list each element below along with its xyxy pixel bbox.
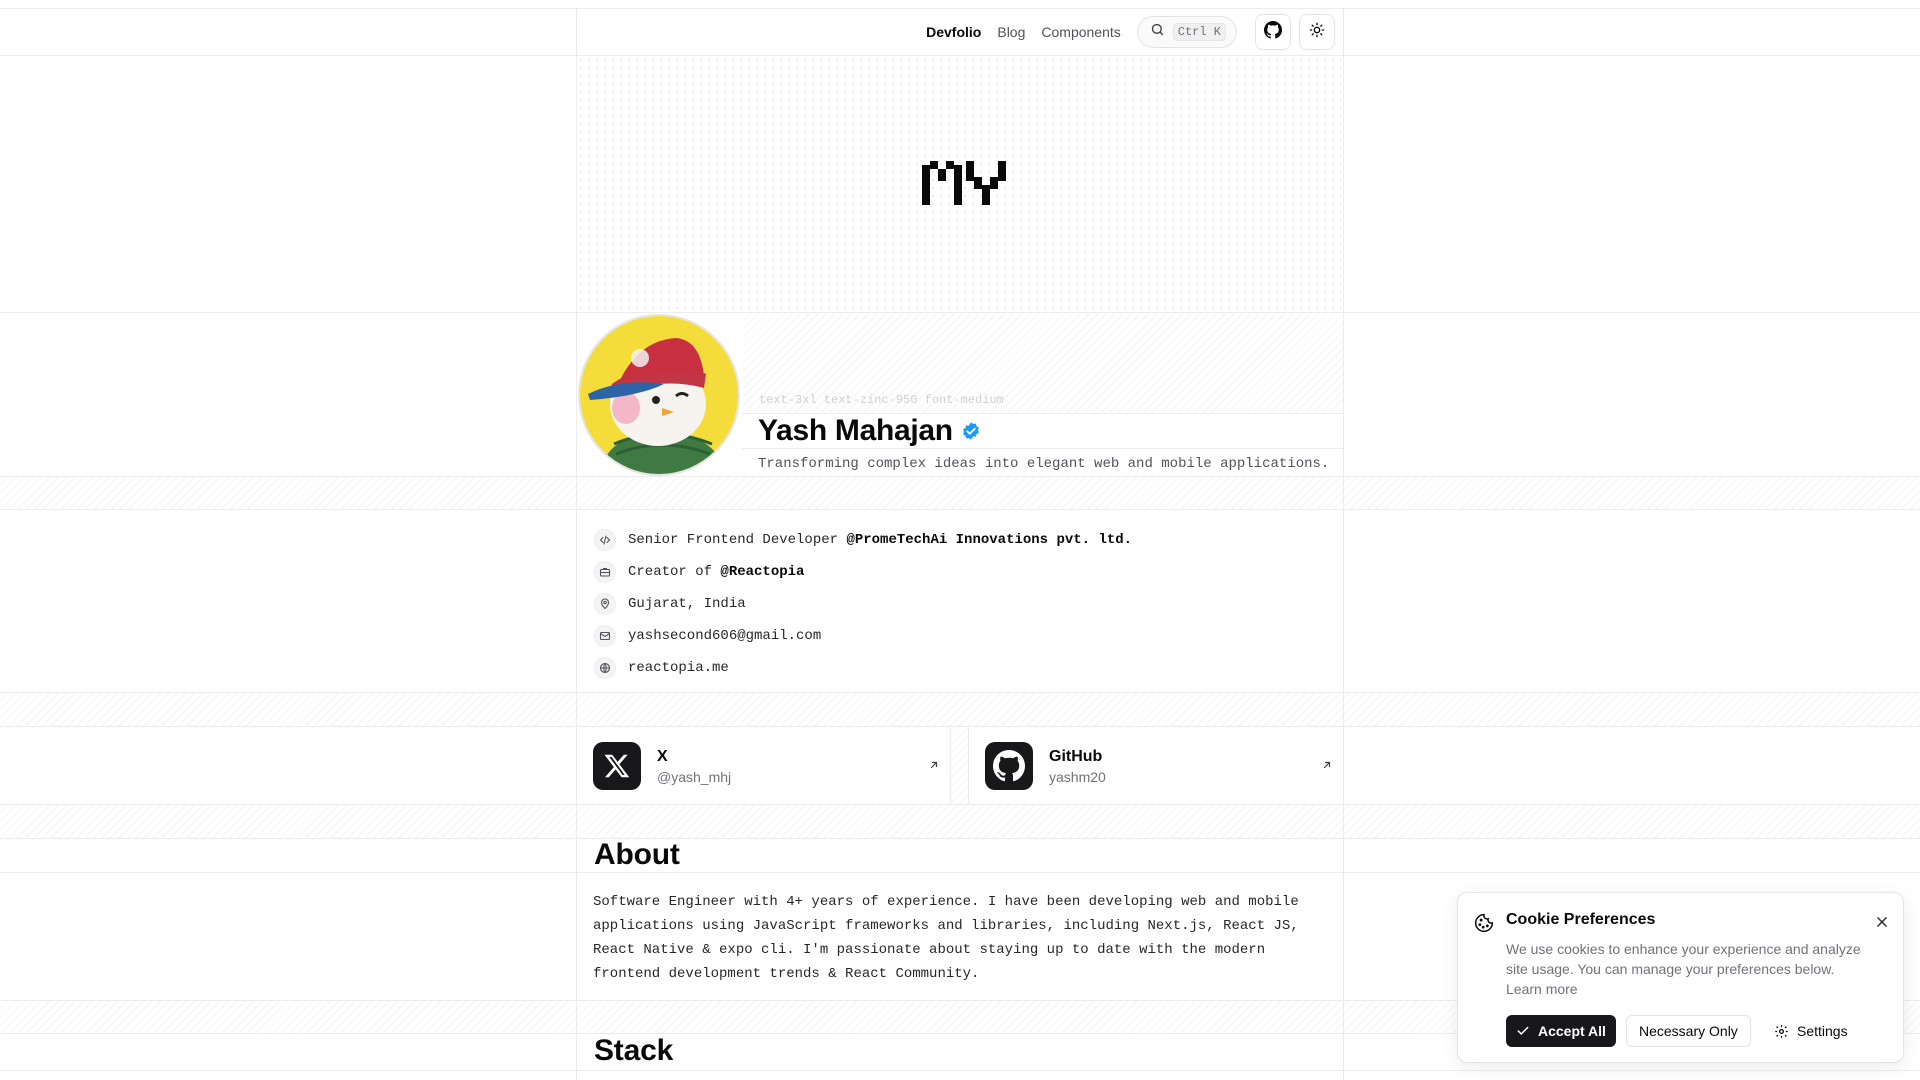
nav-link-blog[interactable]: Blog xyxy=(997,24,1025,40)
mail-icon xyxy=(594,625,616,647)
social-handle-x: @yash_mhj xyxy=(657,768,732,785)
info-row-creator: Creator of @Reactopia xyxy=(594,556,1132,588)
map-pin-icon xyxy=(594,593,616,615)
accept-all-button[interactable]: Accept All xyxy=(1506,1015,1616,1047)
nav-link-components[interactable]: Components xyxy=(1041,24,1120,40)
email-link[interactable]: yashsecond606@gmail.com xyxy=(628,628,821,644)
info-row-location: Gujarat, India xyxy=(594,588,1132,620)
social-title-github: GitHub xyxy=(1049,747,1103,765)
profile-name-row: Yash Mahajan xyxy=(742,413,1343,449)
theme-toggle-button[interactable] xyxy=(1299,14,1335,50)
arrow-up-right-icon xyxy=(1321,758,1333,776)
role-title: Senior Frontend Developer xyxy=(628,532,847,548)
x-logo-icon xyxy=(593,742,641,790)
accept-all-label: Accept All xyxy=(1538,1023,1606,1039)
arrow-up-right-icon xyxy=(928,758,940,776)
learn-more-link[interactable]: Learn more xyxy=(1506,981,1578,997)
nav-link-devfolio[interactable]: Devfolio xyxy=(926,24,981,40)
avatar xyxy=(578,314,740,476)
code-icon xyxy=(594,529,616,551)
social-handle-github: yashm20 xyxy=(1049,768,1106,785)
website-link[interactable]: reactopia.me xyxy=(628,660,729,676)
info-row-role: Senior Frontend Developer @PromeTechAi I… xyxy=(594,524,1132,556)
settings-label: Settings xyxy=(1797,1023,1848,1039)
sun-icon xyxy=(1309,22,1325,43)
profile-info-list: Senior Frontend Developer @PromeTechAi I… xyxy=(594,524,1132,684)
cookie-preferences-dialog: Cookie Preferences We use cookies to enh… xyxy=(1457,892,1904,1063)
github-logo-icon xyxy=(985,742,1033,790)
search-button[interactable]: Ctrl K xyxy=(1136,16,1237,48)
profile-tagline: Transforming complex ideas into elegant … xyxy=(758,456,1330,472)
info-row-email: yashsecond606@gmail.com xyxy=(594,620,1132,652)
search-shortcut: Ctrl K xyxy=(1172,23,1226,41)
class-annotation: text-3xl text-zinc-950 font-medium xyxy=(759,393,1004,407)
pixel-logo: MY xyxy=(922,161,1006,210)
location-text: Gujarat, India xyxy=(628,596,746,612)
social-card-github[interactable]: GitHub yashm20 xyxy=(968,728,1343,804)
company-link[interactable]: @PromeTechAi Innovations pvt. ltd. xyxy=(846,532,1132,548)
profile-name: Yash Mahajan xyxy=(758,414,953,447)
gear-icon xyxy=(1774,1024,1789,1039)
card-gap xyxy=(951,728,968,804)
about-heading: About xyxy=(594,838,680,871)
verified-badge-icon xyxy=(961,421,981,441)
creator-prefix: Creator of xyxy=(628,564,721,580)
top-nav: Devfolio Blog Components Ctrl K xyxy=(576,9,1344,55)
briefcase-icon xyxy=(594,561,616,583)
check-icon xyxy=(1516,1024,1530,1038)
necessary-only-button[interactable]: Necessary Only xyxy=(1626,1015,1751,1047)
about-text: Software Engineer with 4+ years of exper… xyxy=(593,894,1299,982)
github-icon xyxy=(1264,20,1282,44)
search-icon xyxy=(1150,22,1165,42)
cookie-title: Cookie Preferences xyxy=(1506,911,1656,928)
cookie-icon xyxy=(1474,913,1494,938)
social-title-x: X xyxy=(657,747,668,765)
github-button[interactable] xyxy=(1255,14,1291,50)
social-card-x[interactable]: X @yash_mhj xyxy=(577,728,951,804)
cookie-description: We use cookies to enhance your experienc… xyxy=(1506,941,1861,977)
close-icon[interactable] xyxy=(1875,913,1889,934)
globe-icon xyxy=(594,657,616,679)
info-row-website: reactopia.me xyxy=(594,652,1132,684)
hero-banner: MY xyxy=(577,56,1343,312)
reactopia-link[interactable]: @Reactopia xyxy=(720,564,804,580)
cookie-settings-button[interactable]: Settings xyxy=(1764,1015,1858,1047)
stack-heading: Stack xyxy=(594,1034,674,1067)
